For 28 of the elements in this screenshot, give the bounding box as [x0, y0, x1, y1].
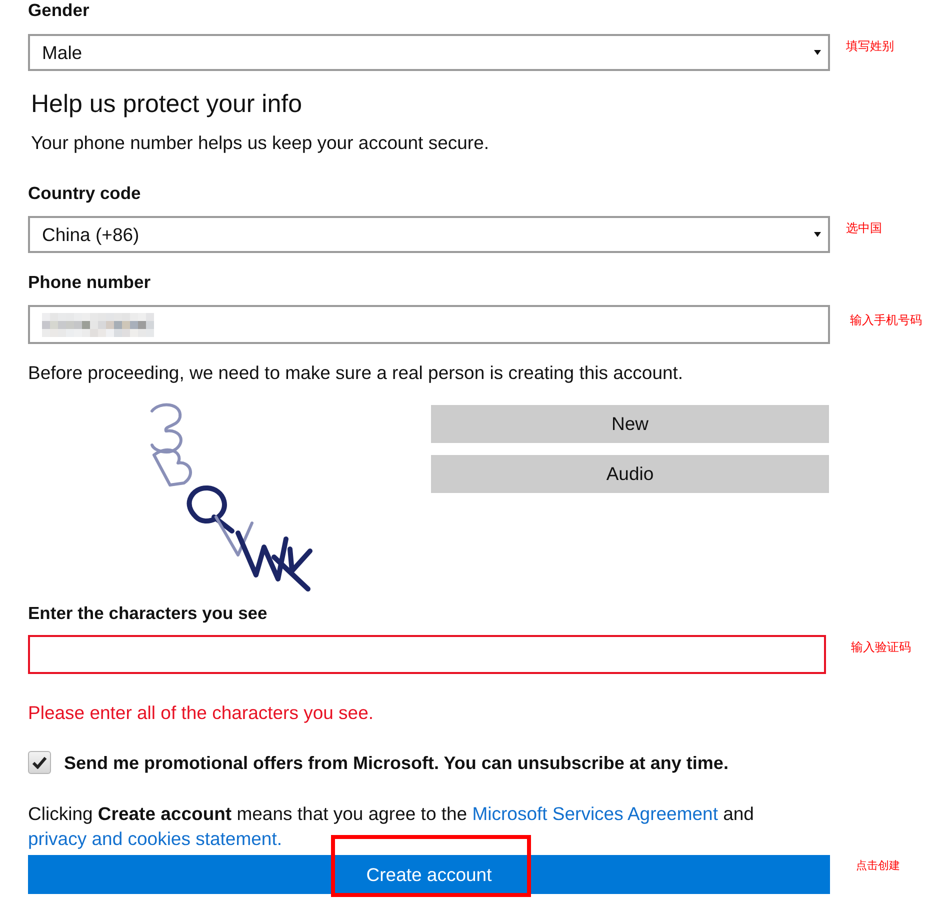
create-account-button[interactable]: Create account	[28, 855, 830, 894]
caret-icon	[814, 50, 821, 55]
section-description: Your phone number helps us keep your account secure.	[31, 132, 490, 154]
agreement-link[interactable]: privacy and cookies statement.	[28, 828, 282, 849]
error-message: Please enter all of the characters you see.	[28, 702, 374, 724]
annotation-note: 选中国	[846, 221, 882, 235]
phone-number-field[interactable]	[28, 305, 830, 344]
phone-number-label: Phone number	[28, 272, 151, 292]
annotation-note: 填写姓别	[846, 39, 894, 53]
captcha-intro-text: Before proceeding, we need to make sure a real person is creating this account.	[28, 362, 684, 384]
promo-checkbox[interactable]	[28, 751, 51, 774]
annotation-note: 输入验证码	[851, 640, 911, 654]
gender-label: Gender	[28, 0, 90, 20]
annotation-note: 输入手机号码	[850, 313, 922, 327]
captcha-option-button[interactable]: Audio	[431, 455, 829, 493]
checkmark-icon	[32, 756, 47, 769]
captcha-input-field[interactable]	[28, 635, 826, 674]
annotation-note: 点击创建	[856, 859, 900, 873]
caret-icon	[814, 232, 821, 237]
promo-checkbox-label: Send me promotional offers from Microsoft. You can unsubscribe at any time.	[64, 752, 728, 774]
section-title: Help us protect your info	[31, 90, 302, 118]
country-code-label: Country code	[28, 183, 141, 203]
country-code-select[interactable]: China (+86)	[28, 216, 830, 253]
gender-select[interactable]: Male	[28, 34, 830, 71]
captcha-label: Enter the characters you see	[28, 603, 268, 623]
agreement-link[interactable]: Microsoft Services Agreement	[472, 803, 718, 824]
agreement-text: Clicking Create account means that you agree to the Microsoft Services Agreement and privacy and cookies statement.	[28, 802, 755, 851]
captcha-option-button[interactable]: New	[431, 405, 829, 443]
